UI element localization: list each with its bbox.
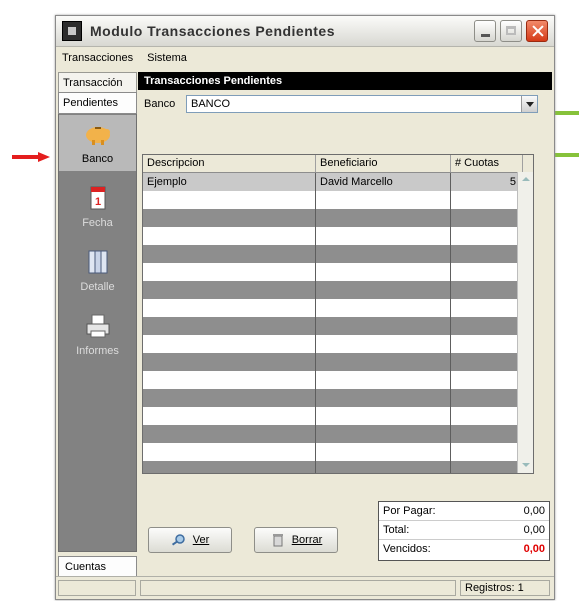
- empty-row: [143, 389, 533, 407]
- empty-row: [143, 425, 533, 443]
- svg-text:1: 1: [94, 196, 100, 208]
- cell-beneficiario: David Marcello: [316, 173, 451, 191]
- menu-transacciones[interactable]: Transacciones: [62, 52, 133, 64]
- total-value: 0,00: [523, 524, 545, 536]
- empty-row: [143, 245, 533, 263]
- status-cell-empty: [58, 580, 136, 596]
- maximize-button[interactable]: [500, 20, 522, 42]
- nav-label-informes: Informes: [76, 345, 119, 357]
- trash-icon: [272, 534, 283, 547]
- calendar-icon: 1: [90, 186, 105, 210]
- status-bar: Registros: 1: [56, 576, 554, 599]
- vencidos-value: 0,00: [523, 543, 545, 555]
- empty-row: [143, 407, 533, 425]
- nav-item-banco[interactable]: Banco: [59, 115, 136, 171]
- vertical-scrollbar[interactable]: [517, 172, 533, 473]
- printer-icon: [86, 314, 109, 338]
- close-button[interactable]: [526, 20, 548, 42]
- binders-icon: [88, 250, 107, 274]
- menu-sistema[interactable]: Sistema: [147, 52, 187, 64]
- status-registros: Registros: 1: [460, 580, 550, 596]
- piggy-bank-icon: [85, 127, 110, 145]
- empty-row: [143, 353, 533, 371]
- summary-total: Total: 0,00: [379, 521, 549, 540]
- app-window: Modulo Transacciones Pendientes Transacc…: [55, 15, 555, 600]
- transactions-grid: Descripcion Beneficiario # Cuotas Ejempl…: [142, 154, 534, 474]
- summary-por-pagar: Por Pagar: 0,00: [379, 502, 549, 521]
- cell-cuotas: 5: [451, 173, 523, 191]
- scroll-up-icon[interactable]: [518, 172, 533, 187]
- grid-body: Ejemplo David Marcello 5: [143, 173, 533, 473]
- app-icon: [62, 21, 82, 41]
- window-title: Modulo Transacciones Pendientes: [90, 23, 336, 39]
- ver-button[interactable]: Ver: [148, 527, 232, 553]
- magnifier-icon: [171, 534, 185, 546]
- menu-bar: Transacciones Sistema: [56, 47, 554, 69]
- empty-row: [143, 281, 533, 299]
- vencidos-label: Vencidos:: [383, 543, 431, 555]
- nav-label-fecha: Fecha: [82, 217, 113, 229]
- red-arrow-annotation: [12, 152, 50, 162]
- borrar-label: Borrar: [291, 534, 323, 546]
- panel-heading: Transacciones Pendientes: [138, 72, 552, 90]
- empty-row: [143, 227, 533, 245]
- table-row[interactable]: Ejemplo David Marcello 5: [143, 173, 533, 191]
- grid-header: Descripcion Beneficiario # Cuotas: [143, 155, 533, 173]
- tab-pendientes[interactable]: Pendientes: [58, 92, 137, 114]
- column-header-cuotas[interactable]: # Cuotas: [451, 155, 523, 172]
- content-panel: Transacciones Pendientes Banco BANCO Des…: [138, 72, 552, 577]
- empty-row: [143, 191, 533, 209]
- total-label: Total:: [383, 524, 410, 536]
- ver-label: Ver: [192, 534, 210, 546]
- nav-item-detalle[interactable]: Detalle: [59, 243, 136, 299]
- status-cell-main: [140, 580, 456, 596]
- bank-select-value: BANCO: [191, 98, 231, 110]
- minimize-button[interactable]: [474, 20, 496, 42]
- nav-item-informes[interactable]: Informes: [59, 307, 136, 363]
- empty-row: [143, 443, 533, 461]
- empty-row: [143, 209, 533, 227]
- por-pagar-value: 0,00: [523, 505, 545, 517]
- bank-row: Banco BANCO: [138, 90, 552, 118]
- summary-panel: Por Pagar: 0,00 Total: 0,00 Vencidos: 0,…: [378, 501, 550, 561]
- column-header-descripcion[interactable]: Descripcion: [143, 155, 316, 172]
- cell-descripcion: Ejemplo: [143, 173, 316, 191]
- left-navigation: Transacción Pendientes Banco 1 Fecha Det…: [58, 72, 137, 578]
- empty-row: [143, 371, 533, 389]
- bank-select[interactable]: BANCO: [186, 95, 538, 113]
- summary-vencidos: Vencidos: 0,00: [379, 540, 549, 558]
- empty-row: [143, 299, 533, 317]
- tab-cuentas[interactable]: Cuentas: [58, 556, 137, 578]
- empty-row: [143, 335, 533, 353]
- borrar-button[interactable]: Borrar: [254, 527, 338, 553]
- title-bar: Modulo Transacciones Pendientes: [56, 16, 554, 47]
- nav-item-fecha[interactable]: 1 Fecha: [59, 179, 136, 235]
- tab-transaccion[interactable]: Transacción: [58, 72, 137, 92]
- empty-row: [143, 263, 533, 281]
- por-pagar-label: Por Pagar:: [383, 505, 436, 517]
- left-panel: Banco 1 Fecha Detalle Informes: [58, 112, 137, 552]
- scroll-down-icon[interactable]: [518, 458, 533, 473]
- chevron-down-icon[interactable]: [521, 96, 537, 112]
- column-header-beneficiario[interactable]: Beneficiario: [316, 155, 451, 172]
- nav-label-banco: Banco: [81, 153, 114, 165]
- bank-label: Banco: [144, 98, 176, 110]
- nav-label-detalle: Detalle: [80, 281, 115, 293]
- empty-row: [143, 461, 533, 473]
- empty-row: [143, 317, 533, 335]
